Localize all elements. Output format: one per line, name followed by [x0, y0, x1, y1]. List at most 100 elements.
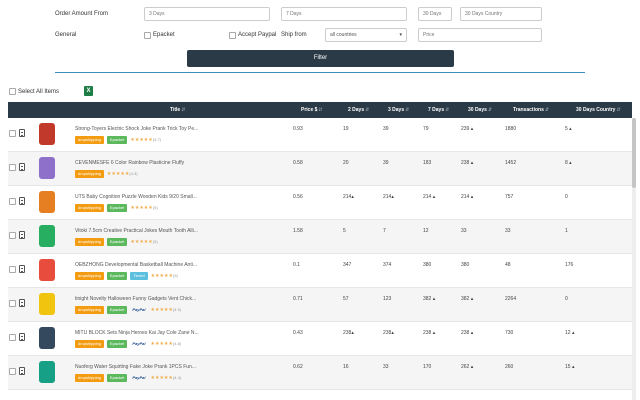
product-title[interactable]: UTS Baby Cognition Puzzle Wooden Kids 9/… — [75, 194, 205, 200]
cell-d3: 123 — [383, 296, 392, 302]
cell-d30: 238 ▴ — [461, 330, 474, 336]
row-checkbox[interactable] — [9, 334, 16, 341]
document-icon[interactable] — [19, 163, 25, 171]
excel-export-icon[interactable]: X — [84, 86, 93, 96]
document-icon[interactable] — [19, 231, 25, 239]
col-2days[interactable]: 2 Days⇵ — [348, 102, 369, 118]
cell-d7: 183 — [423, 160, 432, 166]
document-icon[interactable] — [19, 197, 25, 205]
row-checkbox[interactable] — [9, 164, 16, 171]
product-thumbnail[interactable] — [39, 157, 55, 179]
product-thumbnail[interactable] — [39, 191, 55, 213]
product-thumbnail[interactable] — [39, 225, 55, 247]
product-title[interactable]: tinight Novelty Halloween Funny Gadgets … — [75, 296, 205, 302]
price-input[interactable] — [418, 28, 542, 42]
scrollbar-thumb[interactable] — [632, 118, 636, 188]
row-checkbox[interactable] — [9, 130, 16, 137]
row-checkbox[interactable] — [9, 300, 16, 307]
col-transactions[interactable]: Transactions⇵ — [513, 102, 549, 118]
general-label: General — [55, 32, 77, 38]
rating-stars: ★★★★★(5) — [130, 204, 157, 212]
cell-d3: 214▴ — [383, 194, 394, 200]
scrollbar[interactable] — [632, 118, 636, 400]
col-30days[interactable]: 30 Days⇵ — [468, 102, 492, 118]
product-thumbnail[interactable] — [39, 293, 55, 315]
col-30days-country[interactable]: 30 Days Country⇵ — [576, 102, 621, 118]
product-tags: dropshipping Epacket ★★★★★(5) — [75, 204, 158, 212]
epacket-checkbox[interactable] — [144, 32, 151, 39]
cell-d7: 238 ▴ — [423, 330, 436, 336]
rating-value: (4.9) — [172, 307, 182, 312]
col-7days[interactable]: 7 Days⇵ — [428, 102, 449, 118]
document-icon[interactable] — [19, 299, 25, 307]
row-checkbox[interactable] — [9, 198, 16, 205]
cell-d7: 79 — [423, 126, 429, 132]
rating-value: (5) — [152, 239, 158, 244]
cell-d3: 39 — [383, 126, 389, 132]
ship-from-label: Ship from — [281, 32, 307, 38]
product-thumbnail[interactable] — [39, 259, 55, 281]
table-row[interactable]: tinight Novelty Halloween Funny Gadgets … — [8, 288, 632, 322]
cell-price: 1.58 — [293, 228, 303, 234]
product-thumbnail[interactable] — [39, 123, 55, 145]
col-title[interactable]: Title⇵ — [170, 102, 185, 118]
document-icon[interactable] — [19, 333, 25, 341]
order-30days-country-input[interactable] — [460, 7, 542, 21]
document-icon[interactable] — [19, 129, 25, 137]
cell-price: 0.71 — [293, 296, 303, 302]
order-7days-input[interactable] — [281, 7, 407, 21]
order-30days-input[interactable] — [418, 7, 452, 21]
table-row[interactable]: Vitoki 7.5cm Creative Practical Jokes Mo… — [8, 220, 632, 254]
col-3days[interactable]: 3 Days⇵ — [388, 102, 409, 118]
col-price[interactable]: Price $⇵ — [301, 102, 323, 118]
table-row[interactable]: Nuoferg Water Squirting Fake Joke Prank … — [8, 356, 632, 390]
cell-d7: 380 — [423, 262, 432, 268]
rating-value: (5) — [152, 205, 158, 210]
cell-transactions: 2264 — [505, 296, 517, 302]
row-checkbox[interactable] — [9, 232, 16, 239]
cell-d30: 380 — [461, 262, 470, 268]
ship-from-select[interactable]: all countries ▾ — [325, 28, 407, 42]
cell-d30country: 8 ▴ — [565, 160, 572, 166]
cell-d30country: 176 — [565, 262, 574, 268]
paypal-icon: PayPal — [132, 375, 146, 380]
product-title[interactable]: MITU BLOCK Sets Ninja Heroes Kai Jay Col… — [75, 330, 205, 336]
product-title[interactable]: Strong-Toyers Electric Shock Joke Prank … — [75, 126, 205, 132]
order-3days-input[interactable] — [144, 7, 270, 21]
row-checkbox[interactable] — [9, 368, 16, 375]
epacket-tag: Epacket — [106, 272, 128, 280]
product-thumbnail[interactable] — [39, 327, 55, 349]
cell-d2: 347 — [343, 262, 352, 268]
product-title[interactable]: Nuoferg Water Squirting Fake Joke Prank … — [75, 364, 205, 370]
sort-icon: ⇵ — [365, 107, 370, 113]
product-tags: dropshipping ★★★★★(4.3) — [75, 170, 138, 178]
cell-d30: 238 ▴ — [461, 160, 474, 166]
product-title[interactable]: Vitoki 7.5cm Creative Practical Jokes Mo… — [75, 228, 205, 234]
cell-d2: 20 — [343, 160, 349, 166]
document-icon[interactable] — [19, 367, 25, 375]
epacket-tag: Epacket — [106, 238, 128, 246]
product-thumbnail[interactable] — [39, 361, 55, 383]
paypal-icon: PayPal — [132, 307, 146, 312]
document-icon[interactable] — [19, 265, 25, 273]
table-row[interactable]: MITU BLOCK Sets Ninja Heroes Kai Jay Col… — [8, 322, 632, 356]
cell-d30country: 0 — [565, 194, 568, 200]
row-checkbox[interactable] — [9, 266, 16, 273]
cell-d7: 12 — [423, 228, 429, 234]
epacket-label: Epacket — [153, 32, 175, 38]
sort-icon: ⇵ — [487, 107, 493, 113]
filter-button[interactable]: Filter — [187, 50, 454, 67]
product-title[interactable]: CEVENMESFE 6 Color Rainbow Plasticine Fl… — [75, 160, 205, 166]
accept-paypal-checkbox[interactable] — [229, 32, 236, 39]
select-all-checkbox[interactable] — [9, 88, 16, 95]
rating-stars: ★★★★★(4.3) — [107, 170, 138, 178]
sort-icon: ⇵ — [616, 107, 621, 113]
table-row[interactable]: UTS Baby Cognition Puzzle Wooden Kids 9/… — [8, 186, 632, 220]
table-row[interactable]: OEBZHONG Developmental Basketball Machin… — [8, 254, 632, 288]
dropshipping-tag: dropshipping — [75, 340, 104, 348]
product-title[interactable]: OEBZHONG Developmental Basketball Machin… — [75, 262, 205, 268]
table-row[interactable]: CEVENMESFE 6 Color Rainbow Plasticine Fl… — [8, 152, 632, 186]
cell-d3: 374 — [383, 262, 392, 268]
cell-d30country: 0 — [565, 296, 568, 302]
table-row[interactable]: Strong-Toyers Electric Shock Joke Prank … — [8, 118, 632, 152]
